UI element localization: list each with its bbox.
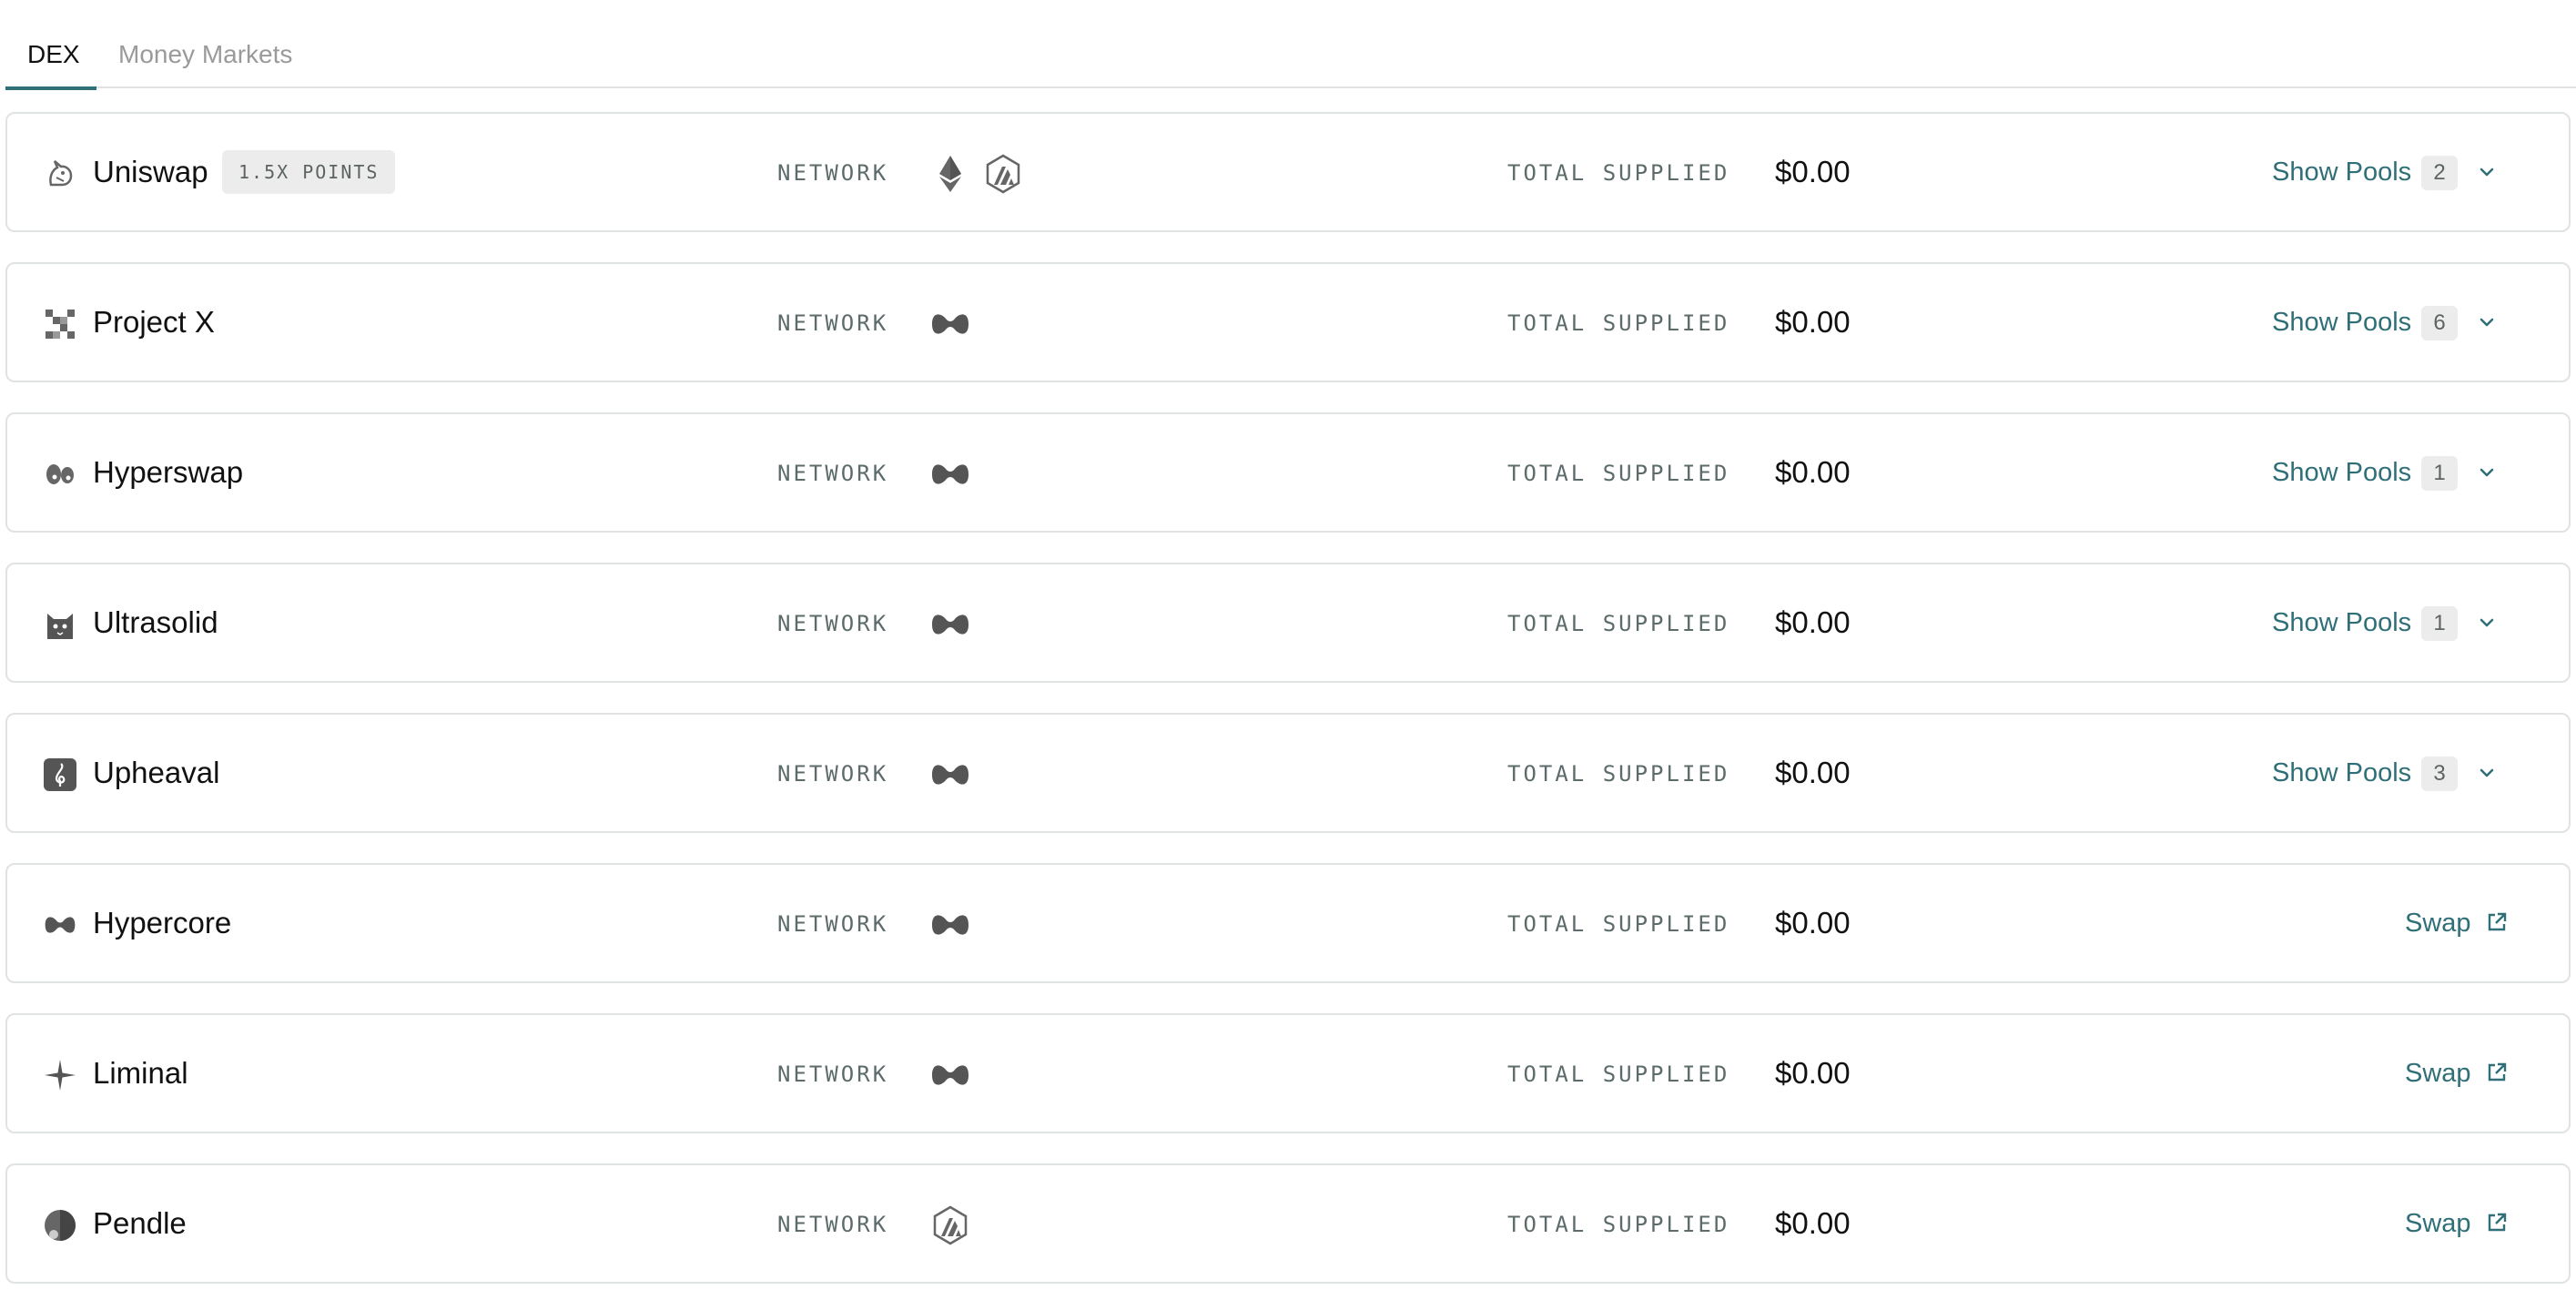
protocol-row-pendle: Pendle NETWORK TOTAL SUPPLIED $0.00 Swap [5,1163,2571,1284]
chevron-down-icon[interactable] [2476,161,2498,183]
protocol-name: Ultrasolid [93,605,218,639]
protocol-name: Pendle [93,1206,187,1240]
hyperliquid-icon [930,1055,970,1095]
protocol-row-hyperswap: Hyperswap NETWORK TOTAL SUPPLIED $0.00 Show … [5,412,2571,533]
network-label: NETWORK [777,1061,889,1087]
tab-bar: DEX Money Markets [5,0,2576,90]
chevron-down-icon[interactable] [2476,462,2498,483]
total-supplied-label: TOTAL SUPPLIED [1507,911,1730,937]
total-supplied-label: TOTAL SUPPLIED [1507,160,1730,186]
network-label: NETWORK [777,911,889,937]
protocol-row-upheaval: Upheaval NETWORK TOTAL SUPPLIED $0.00 Show P… [5,713,2571,833]
tab-dex-label: DEX [27,40,80,68]
total-supplied-label: TOTAL SUPPLIED [1507,1061,1730,1087]
arbitrum-icon [983,154,1023,194]
pool-count-badge: 1 [2421,606,2458,641]
protocol-row-project-x: Project X NETWORK TOTAL SUPPLIED $0.00 Show … [5,262,2571,382]
show-pools-button[interactable]: Show Pools [2272,757,2411,789]
swap-link[interactable]: Swap [2405,1057,2471,1090]
pool-count-badge: 3 [2421,757,2458,791]
ethereum-icon [930,154,970,194]
clef-icon [44,758,76,791]
page: DEX Money Markets Uniswap 1.5X POINTS NETW… [0,0,2576,1300]
hyperliquid-icon [930,304,970,344]
external-link-icon[interactable] [2485,1061,2509,1084]
protocol-row-uniswap: Uniswap 1.5X POINTS NETWORK TOTAL SUPPLIED $… [5,112,2571,232]
protocol-row-ultrasolid: Ultrasolid NETWORK TOTAL SUPPLIED $0.00 Show… [5,563,2571,683]
pendle-icon [44,1209,76,1242]
pixel-x-icon [44,308,76,340]
tab-money-markets[interactable]: Money Markets [118,38,292,88]
hyperliquid-icon [930,755,970,795]
show-pools-button[interactable]: Show Pools [2272,306,2411,339]
external-link-icon[interactable] [2485,910,2509,934]
swap-link[interactable]: Swap [2405,907,2471,939]
protocol-row-liminal: Liminal NETWORK TOTAL SUPPLIED $0.00 Swap [5,1013,2571,1133]
protocol-name: Hypercore [93,906,232,939]
total-supplied-value: $0.00 [1775,155,1851,188]
total-supplied-value: $0.00 [1775,1056,1851,1090]
total-supplied-value: $0.00 [1775,605,1851,639]
total-supplied-value: $0.00 [1775,1206,1851,1240]
cat-icon [44,608,76,641]
total-supplied-label: TOTAL SUPPLIED [1507,611,1730,636]
network-label: NETWORK [777,160,889,186]
total-supplied-value: $0.00 [1775,756,1851,789]
pool-count-badge: 2 [2421,156,2458,190]
chevron-down-icon[interactable] [2476,311,2498,333]
chevron-down-icon[interactable] [2476,612,2498,634]
points-badge: 1.5X POINTS [222,150,396,194]
total-supplied-value: $0.00 [1775,455,1851,489]
show-pools-button[interactable]: Show Pools [2272,456,2411,489]
network-label: NETWORK [777,461,889,486]
total-supplied-label: TOTAL SUPPLIED [1507,761,1730,787]
arbitrum-icon [930,1205,970,1245]
unicorn-icon [44,157,76,190]
hyperliquid-icon [44,909,76,941]
protocol-name: Uniswap [93,155,208,188]
protocol-row-hypercore: Hypercore NETWORK TOTAL SUPPLIED $0.00 Swap [5,863,2571,983]
protocol-name: Project X [93,305,215,339]
chevron-down-icon[interactable] [2476,762,2498,784]
external-link-icon[interactable] [2485,1211,2509,1234]
star-icon [44,1059,76,1092]
pool-count-badge: 6 [2421,306,2458,340]
hyperliquid-icon [930,604,970,645]
total-supplied-label: TOTAL SUPPLIED [1507,1212,1730,1237]
total-supplied-label: TOTAL SUPPLIED [1507,461,1730,486]
tab-money-markets-label: Money Markets [118,40,293,68]
total-supplied-value: $0.00 [1775,305,1851,339]
network-label: NETWORK [777,761,889,787]
eyes-icon [44,458,76,491]
network-label: NETWORK [777,1212,889,1237]
hyperliquid-icon [930,454,970,494]
protocol-name: Upheaval [93,756,220,789]
show-pools-button[interactable]: Show Pools [2272,156,2411,188]
protocol-name: Liminal [93,1056,188,1090]
network-label: NETWORK [777,611,889,636]
tab-dex[interactable]: DEX [5,38,96,90]
protocol-name: Hyperswap [93,455,244,489]
swap-link[interactable]: Swap [2405,1207,2471,1240]
hyperliquid-icon [930,905,970,945]
show-pools-button[interactable]: Show Pools [2272,606,2411,639]
total-supplied-label: TOTAL SUPPLIED [1507,310,1730,336]
pool-count-badge: 1 [2421,456,2458,491]
total-supplied-value: $0.00 [1775,906,1851,939]
network-label: NETWORK [777,310,889,336]
